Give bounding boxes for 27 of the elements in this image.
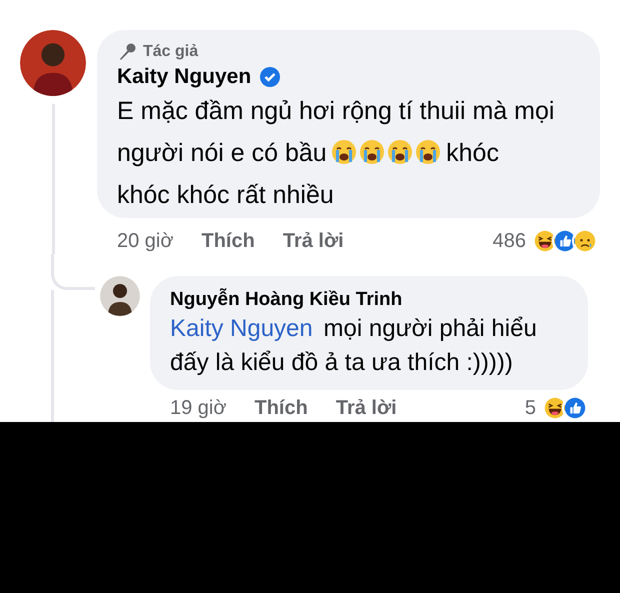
comment-text: người nói e có bầu [117,139,327,167]
timestamp[interactable]: 20 giờ [117,230,174,252]
author-name[interactable]: Nguyễn Hoàng Kiều Trinh [170,288,568,312]
comment-text: đấy là kiểu đồ ả ta ưa thích :))))) [170,348,513,378]
avatar[interactable] [20,30,86,96]
author-name[interactable]: Kaity Nguyen [117,64,252,90]
comment-text: mọi người phải hiểu [324,315,537,342]
mention-link[interactable]: Kaity Nguyen [170,315,313,342]
timestamp[interactable]: 19 giờ [170,396,226,420]
crying-face-icon [387,139,414,165]
comment-text: khóc [446,139,499,167]
comment-text: E mặc đầm ngủ hơi rộng tí thuii mà mọi [117,96,554,127]
comment-text: khóc khóc rất nhiều [117,180,334,211]
thumbs-up-icon [562,395,588,421]
crying-face-icon [359,139,386,165]
crying-face-icon [331,139,358,165]
reaction-count[interactable]: 5 [524,396,536,420]
microphone-icon [117,42,137,62]
reply-button[interactable]: Trả lời [336,396,397,420]
author-label: Tác giả [143,42,198,62]
avatar[interactable] [100,276,140,316]
like-button[interactable]: Thích [254,396,308,420]
reaction-count[interactable]: 486 [492,230,526,252]
like-button[interactable]: Thích [201,230,255,252]
sad-face-icon [572,228,598,254]
crying-face-icon [415,139,442,165]
reply-button[interactable]: Trả lời [282,230,344,252]
